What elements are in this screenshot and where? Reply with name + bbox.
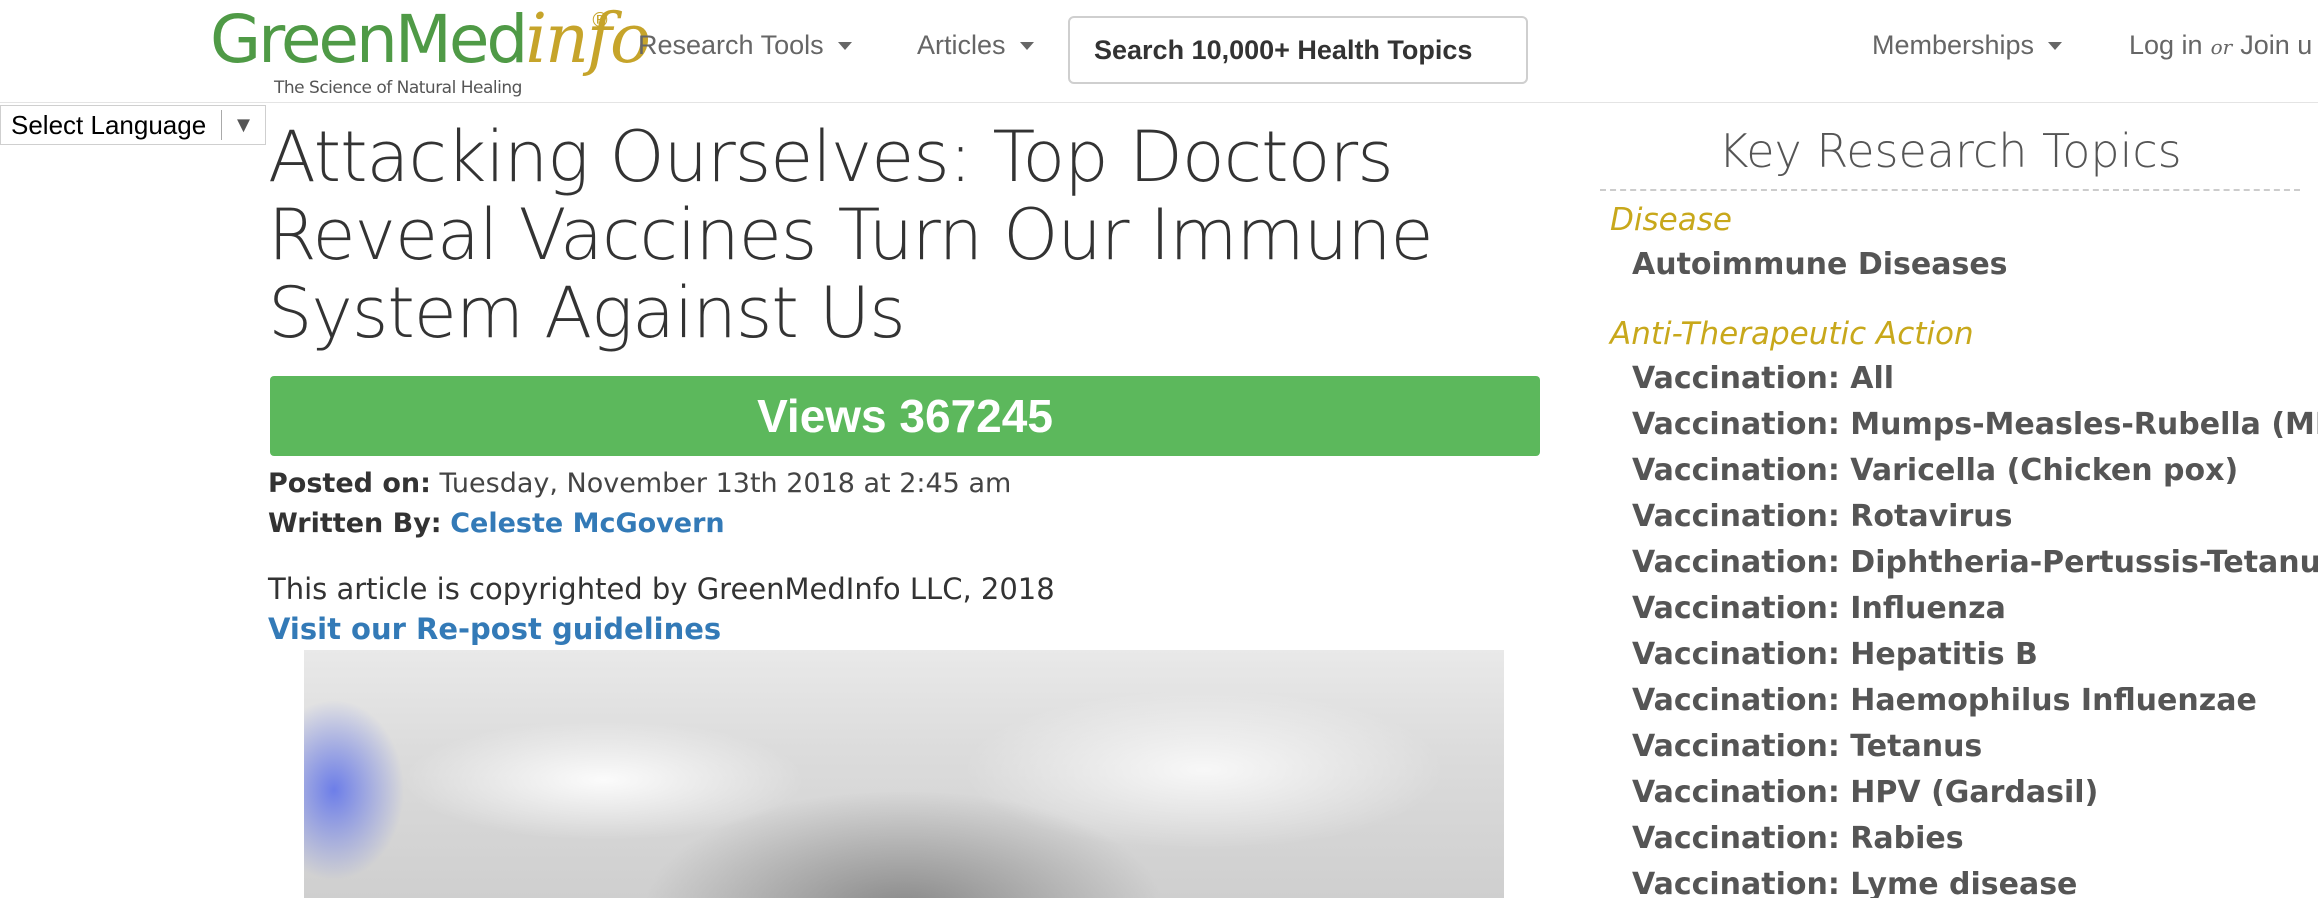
greenmedinfo-logo[interactable]: GreenMedinfo ® The Science of Natural He… bbox=[210, 6, 651, 99]
views-count: Views 367245 bbox=[757, 390, 1053, 442]
join-link[interactable]: Join u bbox=[2240, 30, 2312, 60]
nav-articles-label: Articles bbox=[917, 30, 1006, 60]
topic-link[interactable]: Vaccination: Tetanus bbox=[1610, 724, 2310, 770]
nav-memberships-label: Memberships bbox=[1872, 30, 2035, 60]
topic-link[interactable]: Autoimmune Diseases bbox=[1610, 242, 2310, 288]
dropdown-arrow-icon: ▼ bbox=[221, 110, 265, 140]
article-title: Attacking Ourselves: Top Doctors Reveal … bbox=[268, 116, 1434, 354]
author-link[interactable]: Celeste McGovern bbox=[450, 508, 724, 539]
or-text: or bbox=[2210, 35, 2233, 59]
registered-mark: ® bbox=[590, 8, 610, 32]
repost-guidelines-link[interactable]: Visit our Re-post guidelines bbox=[268, 612, 721, 646]
views-counter-bar: Views 367245 bbox=[270, 376, 1540, 456]
topic-link[interactable]: Vaccination: Influenza bbox=[1610, 586, 2310, 632]
written-by: Written By: Celeste McGovern bbox=[268, 508, 725, 539]
nav-memberships[interactable]: Memberships bbox=[1872, 30, 2063, 61]
nav-articles[interactable]: Articles bbox=[917, 30, 1034, 61]
language-select[interactable]: Select Language ▼ bbox=[0, 105, 266, 145]
login-join: Log in or Join u bbox=[2129, 30, 2312, 61]
topic-link[interactable]: Vaccination: Mumps-Measles-Rubella (MMR) bbox=[1610, 402, 2318, 448]
logo-green-text: GreenMed bbox=[210, 1, 528, 78]
nav-research-tools-label: Research Tools bbox=[638, 30, 824, 60]
topic-link[interactable]: Vaccination: HPV (Gardasil) bbox=[1610, 770, 2310, 816]
sidebar-divider bbox=[1600, 189, 2300, 191]
written-by-label: Written By: bbox=[268, 508, 442, 539]
topic-link[interactable]: Vaccination: Rabies bbox=[1610, 816, 2310, 862]
caret-down-icon bbox=[1019, 41, 1034, 50]
posted-on: Posted on: Tuesday, November 13th 2018 a… bbox=[268, 468, 1011, 499]
key-research-topics-heading: Key Research Topics bbox=[1718, 124, 2182, 178]
logo-tagline: The Science of Natural Healing bbox=[274, 78, 522, 98]
caret-down-icon bbox=[837, 41, 852, 50]
topic-group-anti-therapeutic: Anti-Therapeutic Action Vaccination: All… bbox=[1610, 312, 2318, 898]
nav-research-tools[interactable]: Research Tools bbox=[638, 30, 852, 61]
caret-down-icon bbox=[2048, 41, 2063, 50]
posted-on-label: Posted on: bbox=[268, 468, 431, 499]
login-link[interactable]: Log in bbox=[2129, 30, 2203, 60]
top-navbar: GreenMedinfo ® The Science of Natural He… bbox=[0, 0, 2318, 103]
topic-link[interactable]: Vaccination: Lyme disease bbox=[1610, 862, 2310, 898]
topic-link[interactable]: Vaccination: Diphtheria-Pertussis-Tetanu… bbox=[1610, 540, 2318, 586]
topic-link[interactable]: Vaccination: Rotavirus bbox=[1610, 494, 2310, 540]
topic-link[interactable]: Vaccination: Haemophilus Influenzae bbox=[1610, 678, 2310, 724]
article-hero-image bbox=[304, 650, 1504, 898]
copyright-notice: This article is copyrighted by GreenMedI… bbox=[268, 572, 1055, 606]
posted-on-date: Tuesday, November 13th 2018 at 2:45 am bbox=[439, 468, 1012, 499]
topic-link[interactable]: Vaccination: Hepatitis B bbox=[1610, 632, 2310, 678]
research-topics-list: Disease Autoimmune Diseases Anti-Therape… bbox=[1610, 198, 2318, 898]
logo-wordmark: GreenMedinfo bbox=[210, 6, 651, 74]
topic-category[interactable]: Anti-Therapeutic Action bbox=[1610, 312, 2310, 356]
search-topics-button[interactable]: Search 10,000+ Health Topics bbox=[1068, 16, 1528, 84]
search-topics-label: Search 10,000+ Health Topics bbox=[1094, 34, 1473, 65]
language-select-label: Select Language bbox=[11, 109, 207, 140]
topic-link[interactable]: Vaccination: All bbox=[1610, 356, 2310, 402]
topic-category[interactable]: Disease bbox=[1610, 198, 2310, 242]
topic-link[interactable]: Vaccination: Varicella (Chicken pox) bbox=[1610, 448, 2310, 494]
logo-gold-text: info bbox=[525, 0, 651, 79]
topic-group-disease: Disease Autoimmune Diseases bbox=[1610, 198, 2310, 288]
